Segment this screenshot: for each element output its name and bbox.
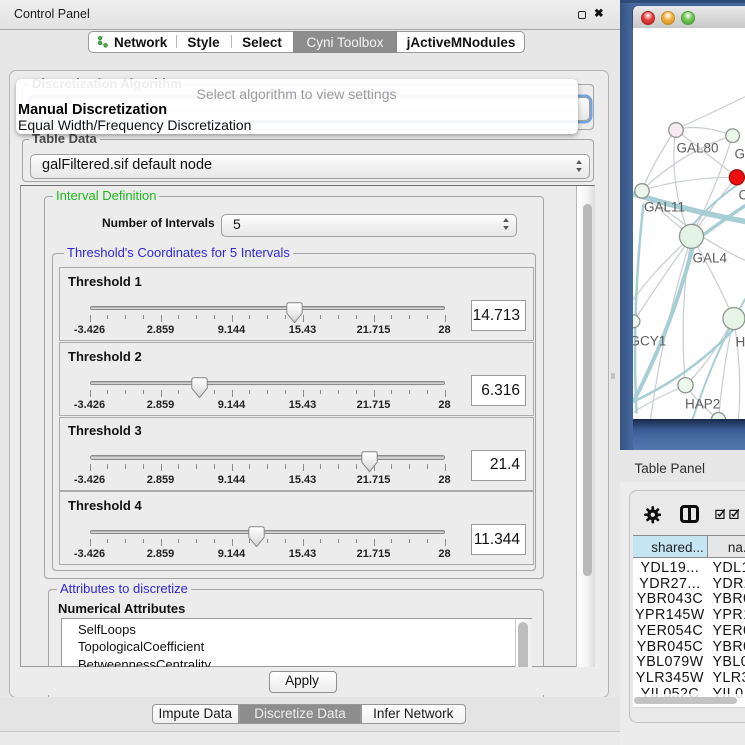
svg-text:HI: HI [735,334,745,349]
svg-text:GA: GA [734,146,745,161]
svg-text:GAL11: GAL11 [644,199,685,214]
svg-text:GCY1: GCY1 [633,333,666,348]
svg-text:GAL80: GAL80 [676,140,718,155]
svg-text:HAP2: HAP2 [685,396,720,411]
svg-text:GAL4: GAL4 [692,250,727,265]
svg-text:C: C [738,187,745,202]
